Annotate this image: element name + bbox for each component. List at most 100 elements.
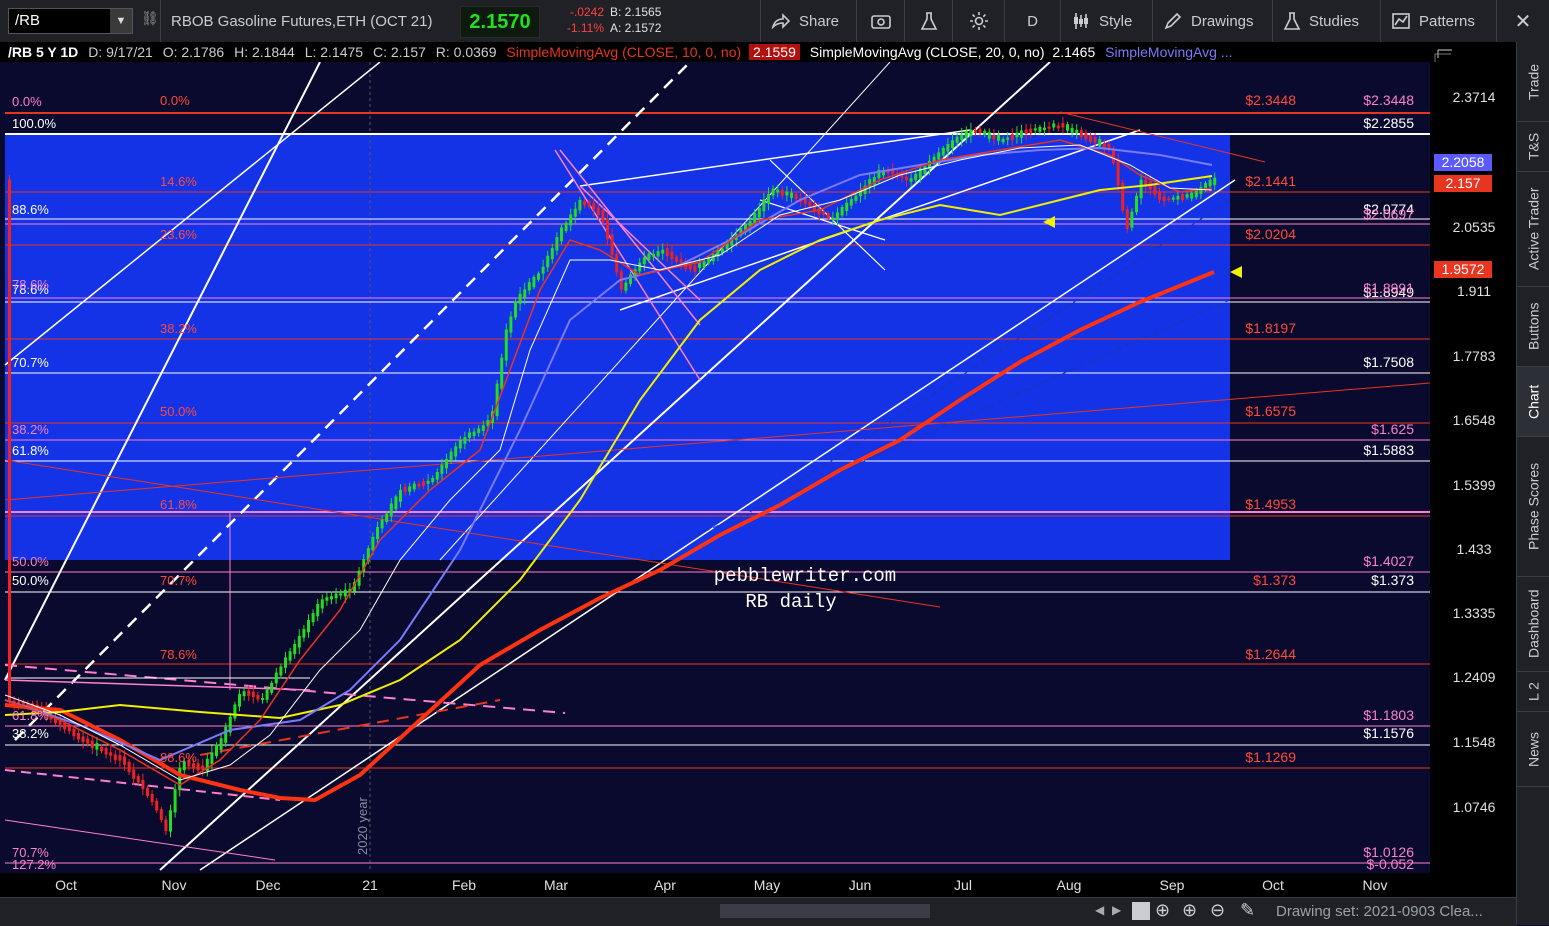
chart-canvas[interactable]: 0.0% 100.0% 88.6% 78.6% 78.6% 70.7% 38.2% 61.8%… <box>0 61 1431 897</box>
share-label: Share <box>799 12 840 30</box>
close-icon[interactable]: ✕ <box>1496 0 1549 42</box>
zoom-out-icon[interactable]: ⊖ <box>1210 900 1225 921</box>
candle-body <box>1190 192 1194 199</box>
symbol-dropdown-icon[interactable]: ▼ <box>110 9 132 33</box>
scroll-left-icon[interactable]: ◀ <box>1095 903 1104 917</box>
fib-mid-label: 88.6% <box>160 750 197 765</box>
candle-body <box>822 211 826 215</box>
candle-body <box>325 597 329 601</box>
period-button[interactable]: D <box>1004 0 1060 42</box>
candle-body <box>67 726 71 732</box>
side-tab-trade[interactable]: Trade <box>1517 42 1549 122</box>
candle-body <box>164 819 168 832</box>
link-icon[interactable]: ⛓ <box>141 10 159 32</box>
candle-body <box>1066 124 1069 131</box>
candle-body <box>500 357 504 389</box>
candle-body <box>523 289 527 298</box>
share-button[interactable]: Share <box>760 0 856 42</box>
pencil-icon <box>1164 12 1182 30</box>
candle-body <box>371 536 375 551</box>
drawings-button[interactable]: Drawings <box>1152 0 1272 42</box>
candle-body <box>104 747 108 755</box>
zoom-time-icon[interactable] <box>1132 902 1150 920</box>
candle-body <box>1056 125 1060 129</box>
price-chart[interactable]: 0.0% 100.0% 88.6% 78.6% 78.6% 70.7% 38.2% 61.8%… <box>0 61 1431 897</box>
candle-body <box>1116 158 1120 186</box>
candle-body <box>642 257 646 265</box>
candle-body <box>923 166 927 174</box>
candle-body <box>592 203 596 210</box>
studies-button[interactable]: Studies <box>1272 0 1380 42</box>
candle-body <box>808 201 812 207</box>
candle-body <box>771 188 775 196</box>
fib-mid-label: 38.2% <box>160 321 197 336</box>
candle-body <box>698 262 701 269</box>
candle-body <box>412 483 416 490</box>
side-tab-news[interactable]: News <box>1517 712 1549 787</box>
sma10-value: 2.1559 <box>749 44 800 60</box>
candle-body <box>583 201 586 206</box>
candle-body <box>1194 190 1198 198</box>
side-tab-buttons[interactable]: Buttons <box>1517 287 1549 367</box>
candle-body <box>587 201 591 207</box>
crosshair-icon[interactable]: ⊕ <box>1155 900 1170 921</box>
candle-body <box>150 793 154 803</box>
candle-body <box>339 593 343 596</box>
side-tab-l-2[interactable]: L 2 <box>1517 672 1549 712</box>
fib-right-red-label: $1.8197 <box>1245 320 1296 336</box>
watermark-caption: RB daily <box>745 591 836 613</box>
candle-body <box>969 129 973 137</box>
side-tab-chart[interactable]: Chart <box>1517 367 1549 437</box>
time-tick-label: Nov <box>1363 877 1388 893</box>
time-tick-label: Jul <box>954 877 972 893</box>
time-tick-label: May <box>754 877 780 893</box>
bid-price: B: 2.1565 <box>610 5 662 19</box>
symbol-input[interactable]: /RB ▼ <box>8 8 133 34</box>
candle-body <box>293 643 297 655</box>
snapshot-button[interactable] <box>856 0 904 42</box>
candle-body <box>656 251 660 257</box>
drawing-tool-icon[interactable]: ✎ <box>1240 900 1255 921</box>
candle-body <box>113 754 117 760</box>
time-tick-label: Feb <box>452 877 476 893</box>
candle-body <box>780 190 784 196</box>
lab-button[interactable] <box>904 0 952 42</box>
fib-right-red-label: $2.3448 <box>1245 92 1296 108</box>
candle-body <box>610 234 614 256</box>
candle-body <box>1020 130 1023 138</box>
candle-body <box>1130 211 1134 228</box>
fib-left-label: 78.6% <box>12 277 49 292</box>
candle-body <box>596 207 600 216</box>
symbol-description: RBOB Gasoline Futures,ETH (OCT 21) <box>160 0 458 42</box>
style-button[interactable]: Style <box>1060 0 1152 42</box>
symbol-text: /RB <box>15 12 41 29</box>
fib-mid-label: 14.6% <box>160 174 197 189</box>
candle-body <box>974 129 977 133</box>
candle-body <box>753 212 757 224</box>
candle-body <box>307 619 310 633</box>
price-change: -.0242 -1.11% <box>540 4 604 38</box>
zoom-in-icon[interactable]: ⊕ <box>1182 900 1197 921</box>
sma10-label: SimpleMovingAvg (CLOSE, 10, 0, no) <box>506 44 742 60</box>
fib-mid-label: 61.8% <box>160 497 197 512</box>
drawing-set-label[interactable]: Drawing set: 2021-0903 Clea... <box>1276 903 1483 920</box>
candle-body <box>454 446 458 457</box>
panel-controls[interactable] <box>1434 49 1452 62</box>
side-tab-active-trader[interactable]: Active Trader <box>1517 172 1549 287</box>
scroll-right-icon[interactable]: ▶ <box>1112 903 1121 917</box>
price-axis[interactable]: 2.3714 2.0535 1.911 1.7783 1.6548 1.5399 1.433… <box>1430 42 1516 897</box>
candle-body <box>1093 137 1097 143</box>
side-tab-t-s[interactable]: T&S <box>1517 122 1549 172</box>
candle-body <box>955 136 959 143</box>
patterns-icon <box>1392 13 1410 29</box>
candle-body <box>1052 123 1056 128</box>
fib-left-label: 50.0% <box>12 554 49 569</box>
price-tag-label: 2.2058 <box>1442 154 1485 170</box>
side-tab-phase-scores[interactable]: Phase Scores <box>1517 437 1549 577</box>
price-tick-label: 1.5399 <box>1453 477 1496 493</box>
settings-button[interactable] <box>952 0 1004 42</box>
side-tab-dashboard[interactable]: Dashboard <box>1517 577 1549 672</box>
scrollbar-thumb[interactable] <box>720 904 930 918</box>
patterns-button[interactable]: Patterns <box>1380 0 1496 42</box>
year-label: 2020 year <box>355 797 370 855</box>
